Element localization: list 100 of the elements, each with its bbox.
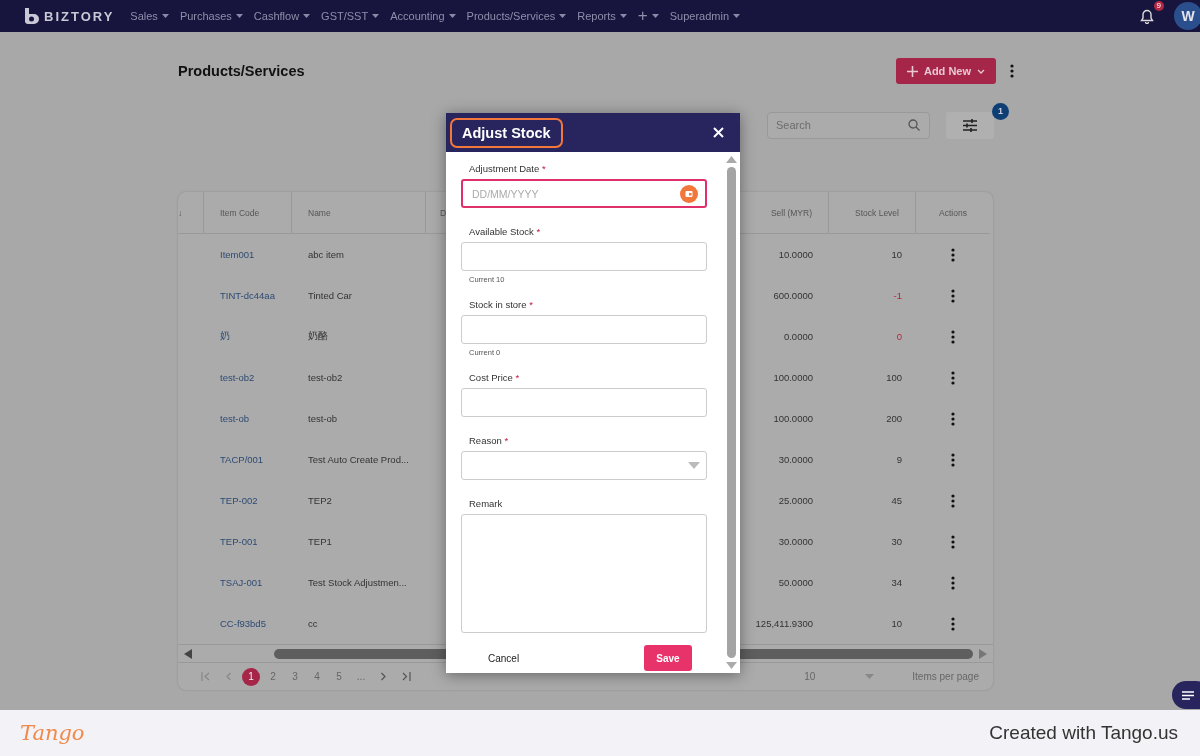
last-page-icon[interactable]: [402, 672, 411, 681]
scroll-left-icon[interactable]: [184, 648, 192, 659]
row-actions-icon[interactable]: [951, 493, 955, 508]
item-code-link[interactable]: test-ob: [220, 413, 250, 424]
field-label: Available Stock *: [469, 226, 542, 237]
column-header[interactable]: ↓: [178, 207, 183, 218]
menu-item[interactable]: Cashflow: [253, 10, 311, 22]
close-button[interactable]: [713, 127, 724, 138]
menu-item[interactable]: GST/SST: [321, 10, 380, 22]
page-button[interactable]: 2: [262, 667, 284, 686]
row-actions-icon[interactable]: [951, 370, 955, 385]
chevron-down-icon: [977, 68, 985, 74]
page-button[interactable]: 5: [328, 667, 350, 686]
plus-icon: [906, 65, 918, 77]
row-actions-icon[interactable]: [951, 534, 955, 549]
page-button[interactable]: 3: [284, 667, 306, 686]
item-code-link[interactable]: TINT-dc44aa: [220, 290, 275, 301]
item-code-link[interactable]: TACP/001: [220, 454, 264, 465]
item-code-link[interactable]: Item001: [220, 249, 255, 260]
table-cell: 30: [891, 536, 902, 547]
menu-item[interactable]: Reports: [577, 10, 627, 22]
caret-icon: [651, 14, 659, 18]
column-header: Item Code: [220, 207, 260, 218]
table-cell: 10: [891, 618, 902, 629]
caret-icon: [733, 14, 741, 18]
row-actions-icon[interactable]: [951, 575, 955, 590]
calendar-icon[interactable]: [680, 184, 698, 203]
search-icon[interactable]: [908, 118, 920, 131]
row-actions-icon[interactable]: [951, 329, 955, 344]
field-label: Reason *: [469, 435, 510, 446]
table-cell: 25.0000: [778, 495, 813, 506]
date-field[interactable]: DD/MM/YYYY: [461, 179, 707, 208]
table-cell: 125,411.9300: [755, 618, 813, 629]
item-code-link[interactable]: CC-f93bd5: [220, 618, 266, 629]
table-cell: 50.0000: [778, 577, 813, 588]
item-code-link[interactable]: TSAJ-001: [220, 577, 263, 588]
menu-item[interactable]: Products/Services: [466, 10, 567, 22]
caret-icon: [619, 14, 627, 18]
page-size-label: Items per page: [912, 671, 979, 682]
row-actions-icon[interactable]: [951, 247, 955, 262]
dialog-title: Adjust Stock: [450, 117, 563, 148]
table-cell: cc: [308, 618, 318, 629]
table-cell: 0.0000: [783, 331, 813, 342]
sliders-icon: [963, 118, 977, 132]
field-label: Adjustment Date *: [469, 163, 547, 174]
menu-item[interactable]: Superadmin: [669, 10, 741, 22]
caret-icon: [559, 14, 567, 18]
column-header: Sell (MYR): [770, 207, 812, 218]
menu-item[interactable]: Accounting: [390, 10, 456, 22]
save-button[interactable]: Save: [644, 645, 692, 671]
column-header: Actions: [939, 207, 967, 218]
caret-icon: [372, 14, 380, 18]
menu-item[interactable]: Purchases: [179, 10, 243, 22]
table-cell: 0: [896, 331, 902, 342]
cancel-button[interactable]: Cancel: [488, 652, 520, 664]
item-code-link[interactable]: TEP-002: [220, 495, 258, 506]
table-cell: test-ob: [308, 413, 338, 424]
page-button[interactable]: 4: [306, 667, 328, 686]
input-field[interactable]: [461, 388, 707, 417]
row-actions-icon[interactable]: [951, 411, 955, 426]
filter-button[interactable]: [946, 111, 994, 139]
table-cell: 9: [896, 454, 902, 465]
item-code-link[interactable]: test-ob2: [220, 372, 255, 383]
row-actions-icon[interactable]: [951, 452, 955, 467]
table-cell: 100: [886, 372, 902, 383]
column-header: Name: [308, 207, 331, 218]
scrollbar-thumb[interactable]: [726, 167, 736, 658]
notification-badge: 9: [1153, 0, 1164, 11]
next-page-icon[interactable]: [379, 672, 388, 681]
more-icon[interactable]: [1010, 64, 1014, 78]
table-cell: 10: [891, 249, 902, 260]
menu-item[interactable]: +: [637, 10, 659, 22]
row-actions-icon[interactable]: [951, 288, 955, 303]
column-header: D: [440, 207, 447, 218]
field-label: Cost Price *: [469, 372, 521, 383]
bell-icon[interactable]: [1140, 8, 1154, 24]
page-button[interactable]: 1: [242, 667, 260, 686]
input-field[interactable]: [461, 315, 707, 344]
table-cell: 10.0000: [778, 249, 813, 260]
dropdown-caret-icon: [865, 674, 875, 679]
add-new-button[interactable]: Add New: [895, 58, 996, 84]
item-code-link[interactable]: 奶: [220, 330, 230, 343]
page-size-select[interactable]: 10: [804, 671, 875, 682]
search-field[interactable]: Search: [767, 111, 930, 139]
table-cell: TEP2: [308, 495, 332, 506]
dropdown-caret-icon: [688, 462, 700, 469]
input-field[interactable]: [461, 242, 707, 271]
table-cell: 30.0000: [778, 536, 813, 547]
field-label: Remark: [469, 498, 504, 509]
table-cell: 34: [891, 577, 902, 588]
menu-item[interactable]: Sales: [130, 10, 169, 22]
table-cell: test-ob2: [308, 372, 343, 383]
table-cell: 100.0000: [773, 372, 813, 383]
row-actions-icon[interactable]: [951, 616, 955, 631]
chat-button[interactable]: [1172, 681, 1200, 709]
item-code-link[interactable]: TEP-001: [220, 536, 258, 547]
user-avatar[interactable]: W: [1174, 2, 1200, 30]
page-ellipsis: ...: [355, 670, 367, 684]
table-cell: -1: [893, 290, 902, 301]
credit-text: Created with Tango.us: [989, 722, 1178, 744]
